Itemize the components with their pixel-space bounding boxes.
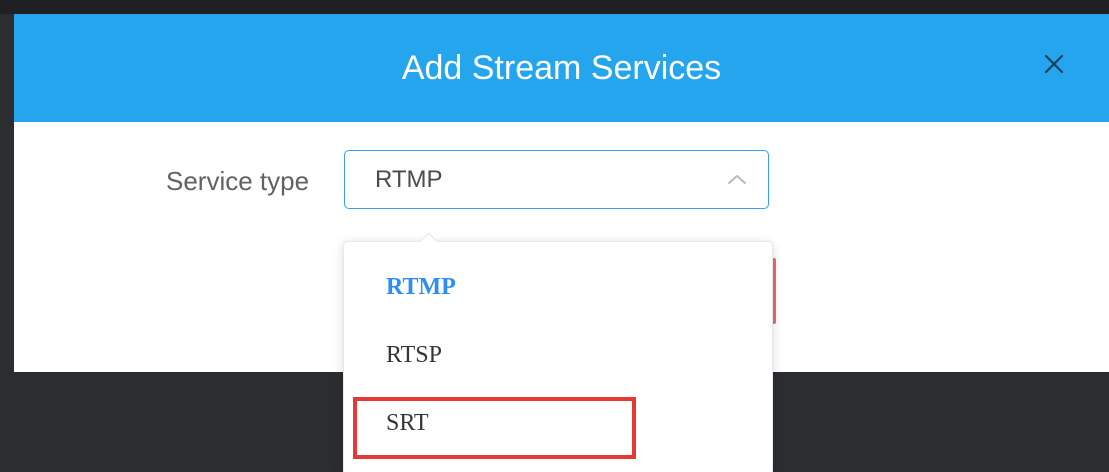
option-rtsp[interactable]: RTSP [344, 323, 772, 387]
chevron-up-icon [728, 175, 746, 184]
page-backdrop [0, 0, 1109, 14]
option-rtmp[interactable]: RTMP [344, 255, 772, 319]
service-type-selected-value: RTMP [375, 166, 443, 193]
dialog-header: Add Stream Services [14, 14, 1109, 122]
dialog-title: Add Stream Services [401, 49, 722, 87]
srt-highlight-box [353, 397, 636, 459]
close-button[interactable] [1038, 48, 1070, 80]
close-icon [1045, 55, 1063, 73]
service-type-select[interactable]: RTMP [344, 150, 769, 209]
service-type-label: Service type [166, 166, 310, 196]
